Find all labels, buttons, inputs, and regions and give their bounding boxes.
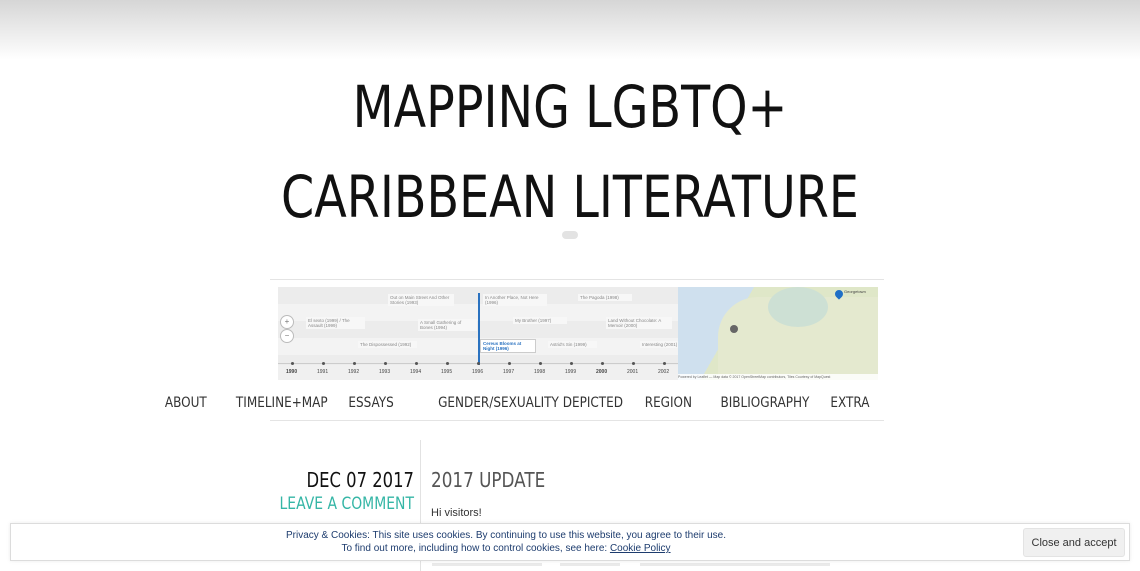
- timeline-marker: [478, 293, 480, 365]
- nav-item-essays[interactable]: ESSAYS: [349, 393, 394, 413]
- map-city-label: Georgetown: [844, 289, 866, 294]
- nav-divider: [270, 420, 884, 421]
- cookie-policy-link[interactable]: Cookie Policy: [610, 543, 671, 554]
- leave-comment-link[interactable]: LEAVE A COMMENT: [280, 492, 414, 516]
- nav-item-gender-sexuality[interactable]: GENDER/SEXUALITY DEPICTED: [438, 393, 623, 413]
- timeline-year: 1990: [286, 369, 298, 375]
- nav-item-extra[interactable]: EXTRA: [830, 393, 869, 413]
- cookie-banner: Privacy & Cookies: This site uses cookie…: [10, 523, 1130, 561]
- post-body: Hi visitors!: [431, 507, 482, 519]
- timeline-event: In Another Place, Not Here (1996): [483, 294, 547, 306]
- timeline-thumbnail: + − El sexto (1999) / The Assault (1999)…: [278, 287, 680, 380]
- map-marker-icon: [730, 325, 738, 333]
- cookie-notice-line: Privacy & Cookies: This site uses cookie…: [285, 530, 727, 541]
- timeline-year: 1996: [472, 369, 484, 375]
- timeline-event: A Small Gathering of Bones (1994): [418, 319, 477, 331]
- timeline-year: 1998: [534, 369, 546, 375]
- timeline-event: Out on Main Street And Other Stories (19…: [388, 294, 454, 306]
- timeline-year: 1994: [410, 369, 422, 375]
- cookie-info-line: To find out more, including how to contr…: [341, 543, 610, 554]
- site-title[interactable]: MAPPING LGBTQ+ CARIBBEAN LITERATURE: [103, 62, 1038, 242]
- timeline-year: 1997: [503, 369, 515, 375]
- nav-item-region[interactable]: REGION: [645, 393, 692, 413]
- zoom-out-icon: −: [280, 329, 294, 343]
- timeline-event: Interesting (2001): [640, 341, 680, 348]
- header-image[interactable]: + − El sexto (1999) / The Assault (1999)…: [278, 287, 878, 380]
- timeline-year: 2001: [627, 369, 639, 375]
- nav-item-about[interactable]: ABOUT: [165, 393, 207, 413]
- site-description-placeholder: [562, 231, 578, 239]
- post-date[interactable]: DEC 07 2017: [280, 467, 414, 493]
- header-divider: [270, 279, 884, 280]
- timeline-year: 1992: [348, 369, 360, 375]
- timeline-event: El sexto (1999) / The Assault (1999): [306, 317, 365, 329]
- cookie-banner-text: Privacy & Cookies: This site uses cookie…: [191, 529, 821, 555]
- timeline-event: My Brother (1997): [513, 317, 567, 324]
- nav-item-timeline-map[interactable]: TIMELINE+MAP: [235, 393, 327, 413]
- post-title[interactable]: 2017 UPDATE: [431, 467, 545, 493]
- timeline-event: The Dispossessed (1992): [358, 341, 417, 348]
- timeline-event: Land Without Chocolate: A Memoir (2000): [606, 317, 672, 329]
- top-gradient: [0, 0, 1140, 60]
- map-thumbnail: Georgetown Powered by Leaflet — Map data…: [678, 287, 878, 380]
- timeline-year: 2002: [658, 369, 670, 375]
- nav-item-bibliography[interactable]: BIBLIOGRAPHY: [721, 393, 810, 413]
- timeline-year: 1991: [317, 369, 329, 375]
- timeline-year: 1995: [441, 369, 453, 375]
- site-title-line1: MAPPING LGBTQ+: [352, 73, 788, 141]
- timeline-event: Astrid's Sin (1999): [548, 341, 597, 348]
- timeline-event: The Pagoda (1998): [578, 294, 632, 301]
- close-and-accept-button[interactable]: Close and accept: [1023, 528, 1125, 557]
- site-title-line2: CARIBBEAN LITERATURE: [281, 163, 859, 231]
- timeline-year: 1993: [379, 369, 391, 375]
- zoom-in-icon: +: [280, 315, 294, 329]
- timeline-event-selected: Cereus Blooms at Night (1996): [480, 339, 536, 353]
- timeline-year: 2000: [596, 369, 608, 375]
- map-attribution: Powered by Leaflet — Map data © 2017 Ope…: [678, 374, 878, 380]
- main-navigation: ABOUT TIMELINE+MAP ESSAYS GENDER/SEXUALI…: [144, 393, 869, 413]
- timeline-year: 1999: [565, 369, 577, 375]
